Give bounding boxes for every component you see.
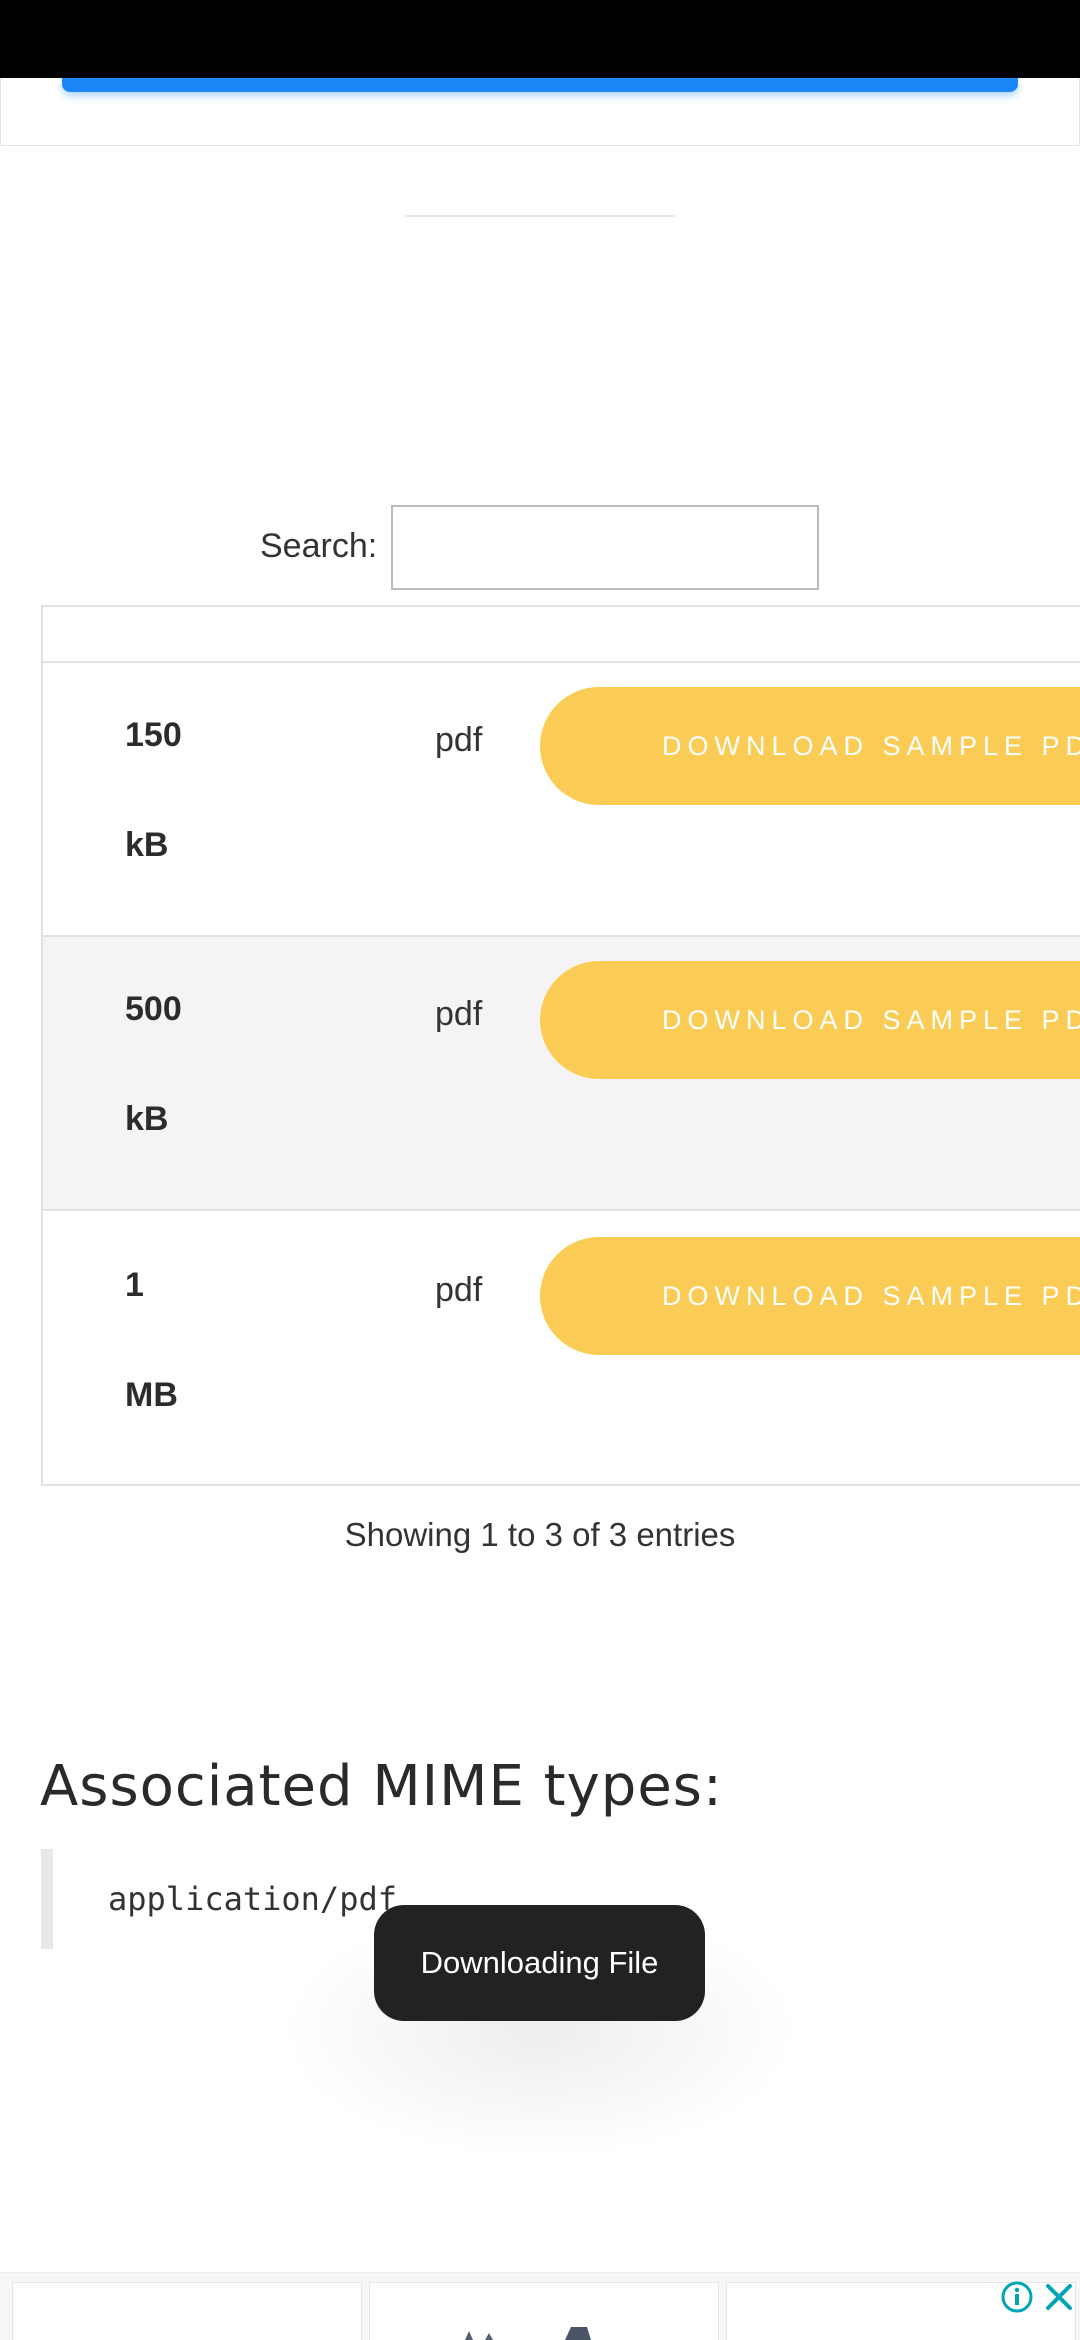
table-entries-info: Showing 1 to 3 of 3 entries	[344, 1516, 736, 1553]
file-type-cell: pdf	[435, 721, 483, 759]
file-size-value: 500	[125, 990, 182, 1028]
download-sample-pdf-button[interactable]: DOWNLOAD SAMPLE PDF	[540, 687, 1080, 805]
ad-card[interactable]	[12, 2282, 362, 2340]
ad-product-image	[465, 2327, 591, 2340]
header-accent-bar	[62, 78, 1018, 92]
table-row: 1 MB pdf DOWNLOAD SAMPLE PDF	[43, 1213, 1080, 1484]
table-row: 150 kB pdf DOWNLOAD SAMPLE PDF	[43, 663, 1080, 937]
close-x-icon[interactable]	[1042, 2280, 1076, 2314]
file-size-unit: kB	[125, 1100, 169, 1138]
file-size-value: 1	[125, 1266, 144, 1304]
table-header	[43, 607, 1080, 663]
download-sample-pdf-button[interactable]: DOWNLOAD SAMPLE PDF	[540, 961, 1080, 1079]
search-row: Search:	[0, 505, 1080, 590]
section-divider	[405, 215, 675, 217]
table-row: 500 kB pdf DOWNLOAD SAMPLE PDF	[43, 937, 1080, 1211]
file-size-cell: 150 kB	[125, 713, 245, 933]
file-size-cell: 500 kB	[125, 987, 245, 1207]
file-type-cell: pdf	[435, 995, 483, 1033]
downloading-toast: Downloading File	[374, 1905, 705, 2021]
status-bar	[0, 0, 1080, 78]
info-circle-icon[interactable]	[1000, 2280, 1034, 2314]
download-sample-pdf-button[interactable]: DOWNLOAD SAMPLE PDF	[540, 1237, 1080, 1355]
file-type-cell: pdf	[435, 1271, 483, 1309]
search-label: Search:	[260, 527, 378, 565]
files-table: 150 kB pdf DOWNLOAD SAMPLE PDF 500 kB pd…	[41, 605, 1080, 1486]
file-size-unit: kB	[125, 826, 169, 864]
mime-types-heading: Associated MIME types:	[40, 1754, 723, 1819]
file-size-unit: MB	[125, 1376, 178, 1414]
file-size-value: 150	[125, 716, 182, 754]
search-input[interactable]	[391, 505, 819, 590]
file-size-cell: 1 MB	[125, 1263, 245, 1483]
